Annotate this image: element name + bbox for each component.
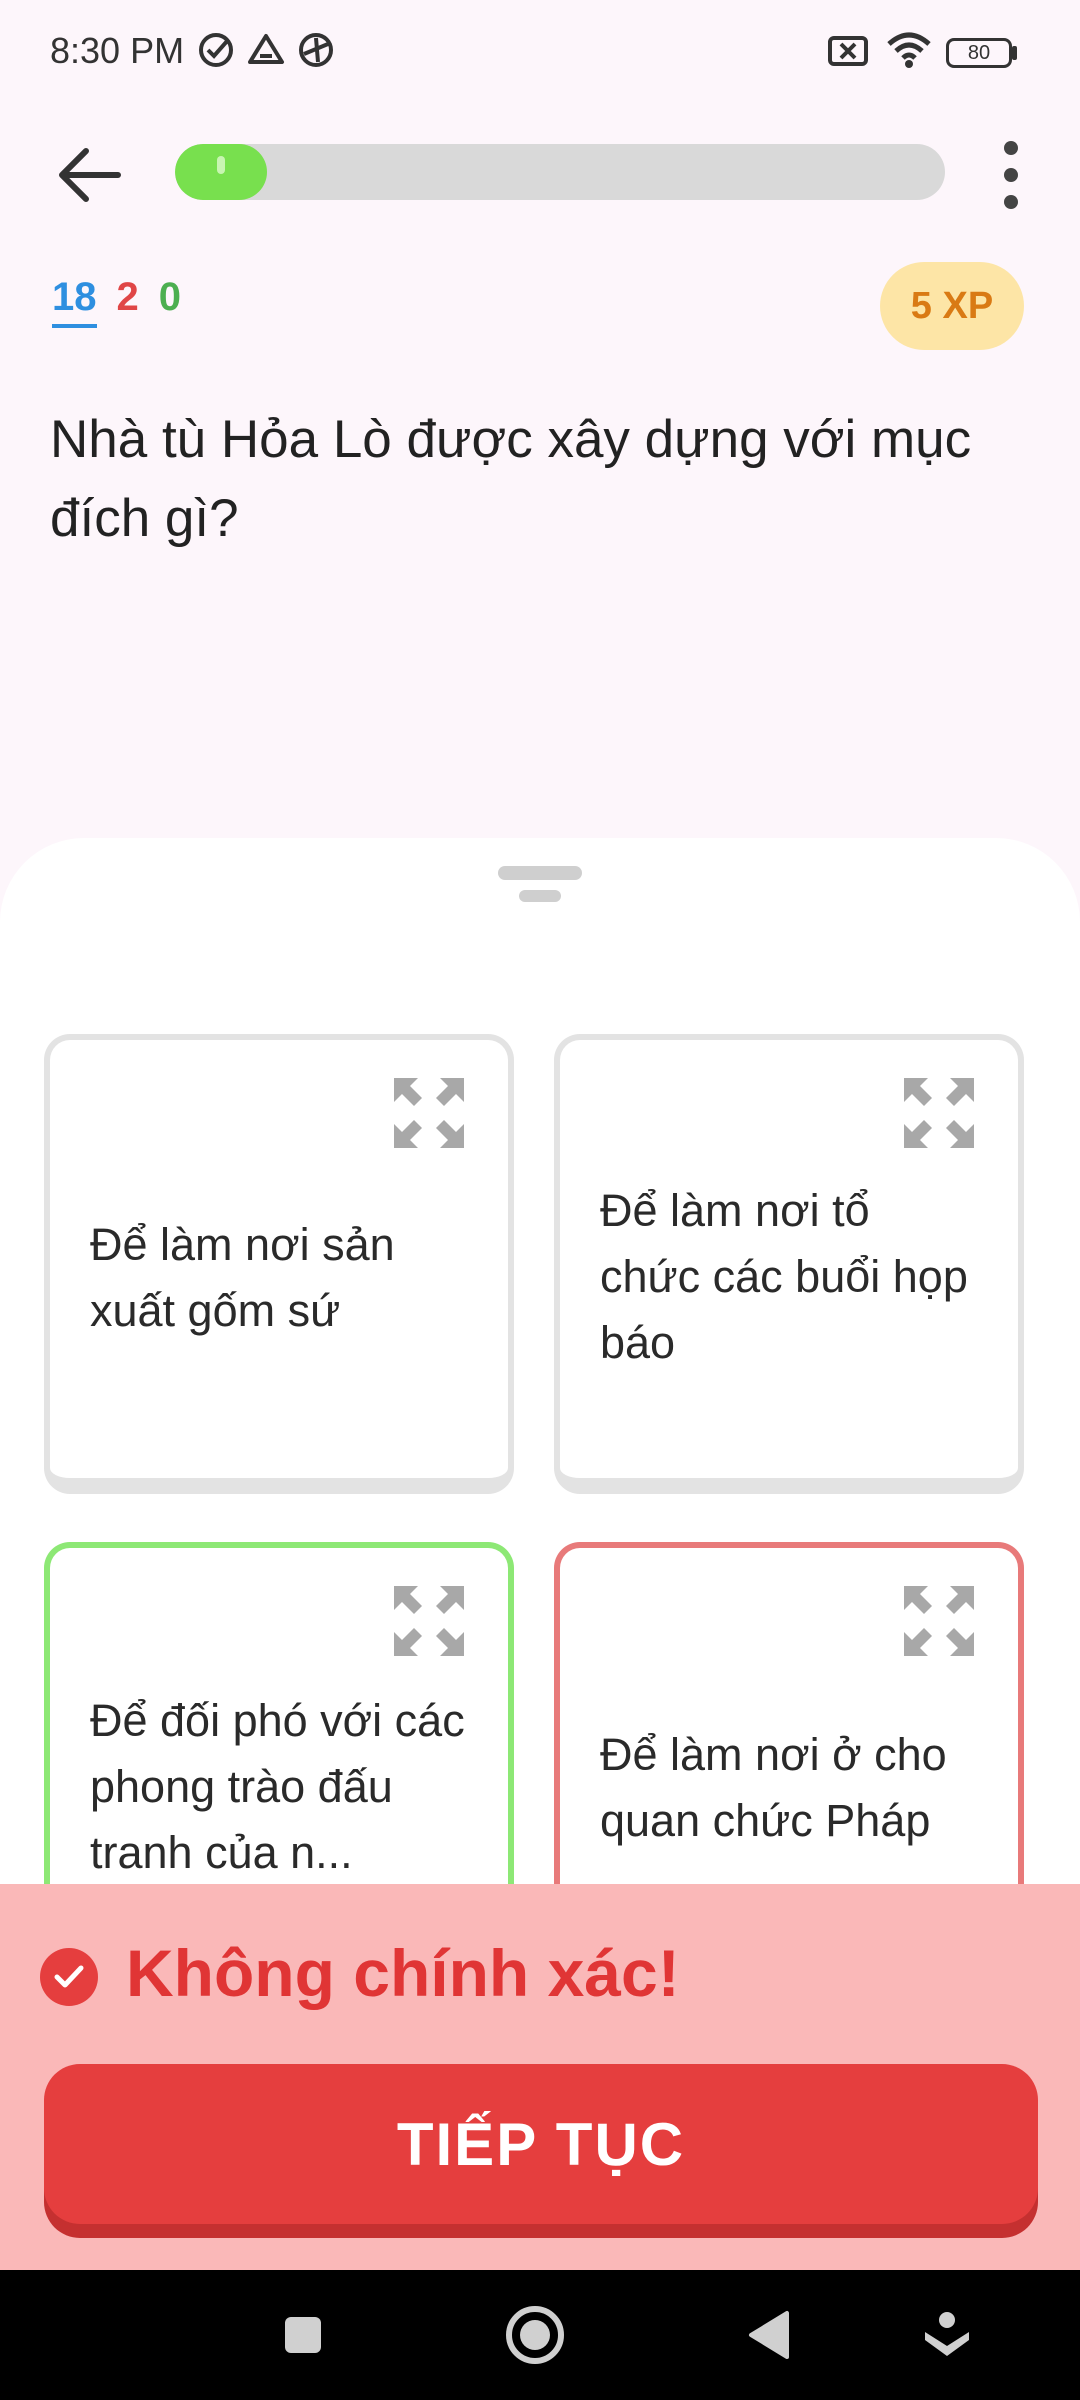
battery-icon: 80 bbox=[946, 38, 1012, 68]
status-bar: 8:30 PM 80 bbox=[0, 0, 1080, 110]
correct-count: 0 bbox=[158, 275, 181, 319]
handle-bar bbox=[498, 866, 582, 880]
arrow-left-icon bbox=[59, 148, 121, 202]
total-count: 18 bbox=[52, 275, 97, 328]
question-text: Nhà tù Hỏa Lò được xây dựng với mục đích… bbox=[50, 410, 972, 548]
answer-card-2[interactable]: Để làm nơi tổ chức các buổi họp báo bbox=[554, 1034, 1024, 1494]
home-button[interactable] bbox=[490, 2290, 580, 2380]
check-circle-icon bbox=[40, 1948, 98, 2006]
expand-icon[interactable] bbox=[392, 1584, 466, 1658]
check-circle-icon bbox=[199, 33, 233, 67]
recents-square-icon bbox=[285, 2317, 321, 2353]
progress-fill bbox=[175, 144, 268, 200]
wrong-count: 2 bbox=[116, 275, 139, 319]
battery-tip bbox=[1012, 46, 1017, 60]
xp-badge: 5 XP bbox=[880, 262, 1024, 350]
home-circle-icon bbox=[506, 2306, 564, 2364]
score-stats: 18 2 0 bbox=[52, 275, 181, 328]
back-triangle-icon bbox=[749, 2311, 789, 2359]
answer-text: Để làm nơi sản xuất gốm sứ bbox=[90, 1219, 395, 1336]
assist-icon bbox=[925, 2312, 969, 2356]
lesson-progress-bar bbox=[175, 144, 945, 200]
more-menu-button[interactable] bbox=[985, 134, 1037, 216]
expand-icon[interactable] bbox=[902, 1584, 976, 1658]
expand-icon[interactable] bbox=[902, 1076, 976, 1150]
continue-button[interactable]: TIẾP TỤC bbox=[44, 2064, 1038, 2224]
expand-icon[interactable] bbox=[392, 1076, 466, 1150]
check-mark-icon bbox=[54, 1965, 84, 1988]
status-time: 8:30 PM bbox=[50, 30, 185, 71]
recents-button[interactable] bbox=[258, 2290, 348, 2380]
assist-button[interactable] bbox=[902, 2290, 992, 2380]
progress-shine bbox=[217, 156, 225, 174]
answer-text: Để làm nơi tổ chức các buổi họp báo bbox=[600, 1185, 968, 1368]
handle-bar-small bbox=[519, 890, 561, 902]
wifi-icon bbox=[887, 32, 931, 68]
answer-text: Để đối phó với các phong trào đấu tranh … bbox=[90, 1695, 465, 1878]
back-button[interactable] bbox=[48, 134, 130, 216]
more-vertical-icon bbox=[1004, 195, 1018, 209]
more-vertical-icon bbox=[1004, 168, 1018, 182]
battery-level: 80 bbox=[967, 41, 991, 64]
drive-icon bbox=[248, 34, 284, 64]
answer-text: Để làm nơi ở cho quan chức Pháp bbox=[600, 1729, 947, 1846]
nav-back-button[interactable] bbox=[724, 2290, 814, 2380]
answer-card-1[interactable]: Để làm nơi sản xuất gốm sứ bbox=[44, 1034, 514, 1494]
more-vertical-icon bbox=[1004, 141, 1018, 155]
sheet-drag-handle[interactable] bbox=[498, 866, 582, 904]
no-sim-icon bbox=[828, 36, 868, 66]
feedback-message: Không chính xác! bbox=[126, 1936, 680, 2010]
vpn-icon bbox=[299, 33, 333, 67]
